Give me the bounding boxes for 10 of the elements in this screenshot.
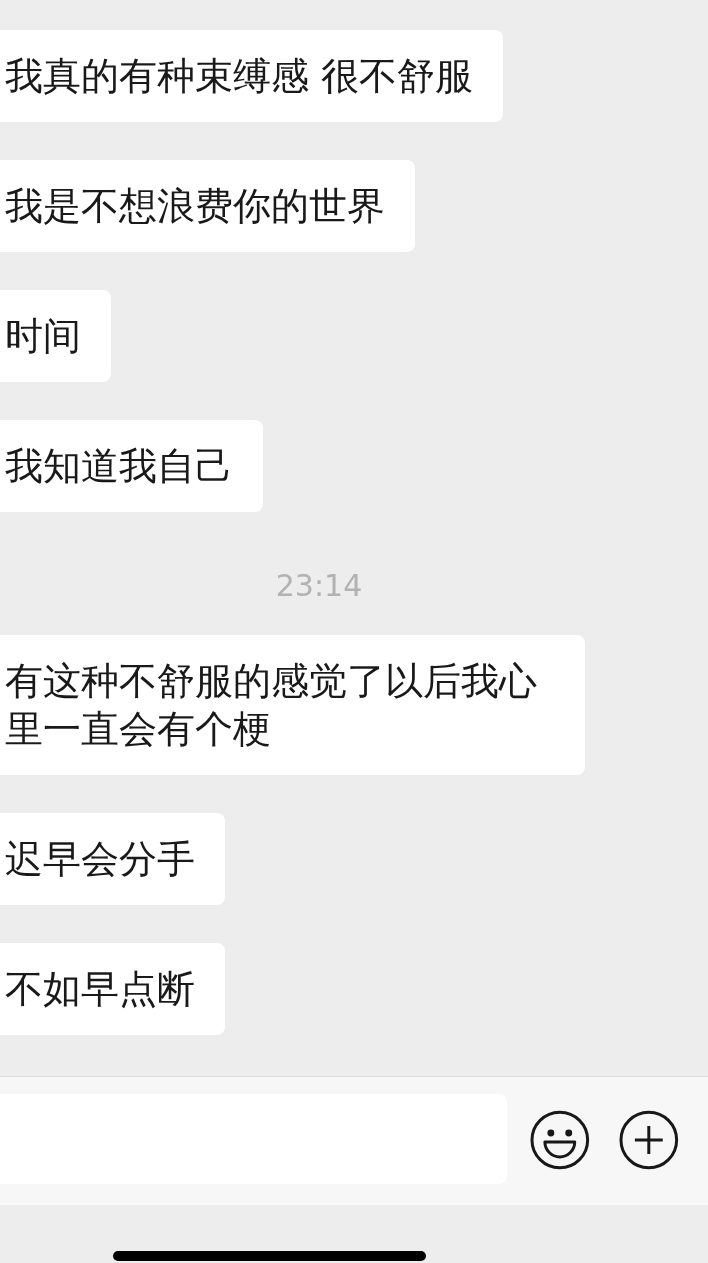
message-bubble: 时间 [0,290,111,382]
message-bubble: 有这种不舒服的感觉了以后我心里一直会有个梗 [0,635,585,775]
timestamp: 23:14 [275,568,364,603]
message-bubble: 我知道我自己 [0,420,263,512]
message-bubble: 我是不想浪费你的世界 [0,160,415,252]
message-bubble: 迟早会分手 [0,813,225,905]
plus-icon[interactable] [618,1109,680,1171]
message-bubble: 不如早点断 [0,943,225,1035]
message-bubble: 我真的有种束缚感 很不舒服 [0,30,504,122]
emoji-icon[interactable] [528,1109,591,1171]
